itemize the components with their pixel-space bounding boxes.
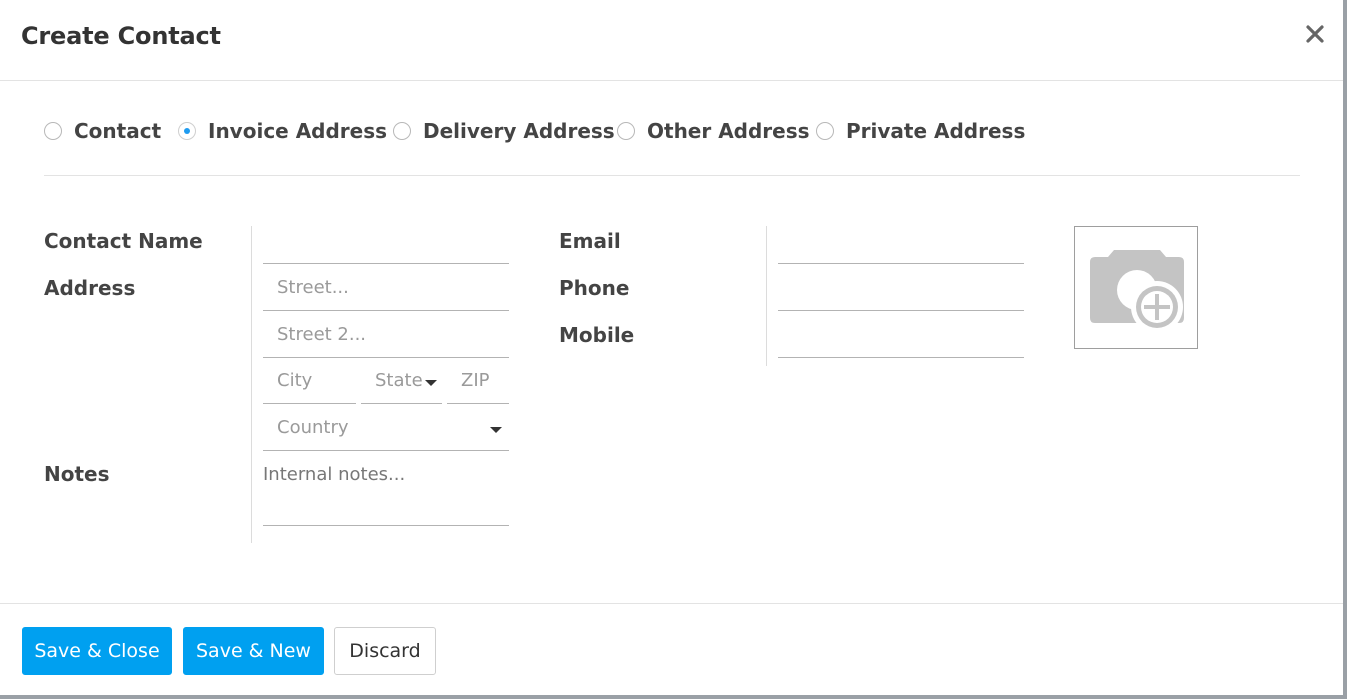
street2-input[interactable] (263, 312, 509, 358)
camera-plus-icon (1090, 250, 1184, 333)
radio-delivery-address[interactable]: Delivery Address (393, 116, 615, 146)
modal-footer: Save & Close Save & New Discard (0, 603, 1343, 696)
radio-contact[interactable]: Contact (44, 116, 161, 146)
window-edge-right (1343, 0, 1347, 699)
radio-label: Private Address (846, 119, 1026, 143)
notes-textarea[interactable] (263, 460, 509, 526)
contact-name-label: Contact Name (44, 229, 203, 253)
save-new-button[interactable]: Save & New (183, 627, 324, 675)
phone-input[interactable] (778, 265, 1024, 311)
contact-type-radio-group: Contact Invoice Address Delivery Address… (44, 116, 1144, 146)
radio-label: Delivery Address (423, 119, 615, 143)
save-close-button[interactable]: Save & Close (22, 627, 172, 675)
radio-invoice-address[interactable]: Invoice Address (178, 116, 387, 146)
radio-button-selected[interactable] (178, 122, 196, 140)
chevron-down-icon (490, 427, 502, 433)
contact-name-input[interactable] (263, 218, 509, 264)
radio-button[interactable] (44, 122, 62, 140)
mobile-label: Mobile (559, 323, 635, 347)
radio-private-address[interactable]: Private Address (816, 116, 1025, 146)
column-divider (251, 226, 252, 543)
radio-label: Invoice Address (208, 119, 388, 143)
country-select[interactable] (263, 405, 509, 451)
radio-button[interactable] (816, 122, 834, 140)
notes-label: Notes (44, 462, 110, 486)
email-input[interactable] (778, 218, 1024, 264)
address-label: Address (44, 276, 136, 300)
radio-button[interactable] (393, 122, 411, 140)
city-input[interactable] (263, 358, 356, 404)
radio-other-address[interactable]: Other Address (617, 116, 810, 146)
radio-label: Contact (74, 119, 162, 143)
discard-button[interactable]: Discard (334, 627, 436, 675)
mobile-input[interactable] (778, 312, 1024, 358)
modal-header: Create Contact (0, 0, 1343, 81)
column-divider (766, 226, 767, 366)
radio-button[interactable] (617, 122, 635, 140)
email-label: Email (559, 229, 621, 253)
zip-input[interactable] (447, 358, 509, 404)
avatar-upload[interactable] (1074, 226, 1198, 349)
modal-title: Create Contact (21, 22, 221, 50)
chevron-down-icon (425, 380, 437, 386)
close-button[interactable] (1303, 22, 1327, 46)
radio-label: Other Address (647, 119, 810, 143)
close-icon (1306, 25, 1324, 43)
divider (44, 175, 1300, 176)
phone-label: Phone (559, 276, 630, 300)
street-input[interactable] (263, 265, 509, 311)
